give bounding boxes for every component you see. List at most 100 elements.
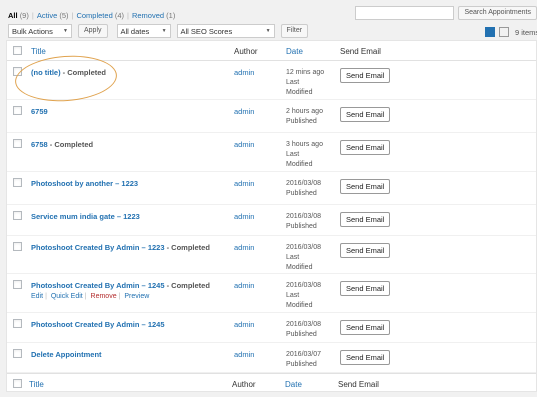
- row-date: 12 mins ago Last Modified: [286, 69, 325, 96]
- column-title[interactable]: Title: [31, 47, 46, 56]
- table-header: Title Author Date Send Email: [7, 41, 536, 61]
- select-all-checkbox[interactable]: [13, 46, 22, 55]
- quick-edit-link[interactable]: Quick Edit: [51, 293, 83, 300]
- row-title: (no title) - Completed: [31, 68, 106, 77]
- row-date: 2016/03/08 Last Modified: [286, 244, 322, 271]
- column-date-footer[interactable]: Date: [285, 380, 302, 389]
- row-date: 2016/03/08 Published: [286, 213, 322, 230]
- filter-active[interactable]: Active (5): [37, 11, 69, 20]
- select-all-checkbox-footer[interactable]: [13, 379, 22, 388]
- row-title: Photoshoot by another – 1223: [31, 179, 138, 188]
- row-title-link[interactable]: Delete Appointment: [31, 350, 102, 359]
- chevron-down-icon: ▼: [63, 28, 68, 34]
- row-author[interactable]: admin: [234, 320, 254, 329]
- row-author[interactable]: admin: [234, 281, 254, 290]
- row-checkbox[interactable]: [13, 280, 22, 289]
- row-title-link[interactable]: Photoshoot Created By Admin – 1245: [31, 320, 165, 329]
- row-checkbox[interactable]: [13, 349, 22, 358]
- column-send-email-footer: Send Email: [338, 380, 379, 389]
- row-title-link[interactable]: Photoshoot Created By Admin – 1245: [31, 281, 165, 290]
- column-send-email: Send Email: [340, 47, 381, 56]
- row-title: Service mum india gate – 1223: [31, 212, 140, 221]
- dates-select[interactable]: All dates ▼: [116, 24, 171, 38]
- items-count: 9 items: [515, 28, 537, 37]
- table-row: 6758 - Completed admin 3 hours ago Last Mo…: [7, 133, 536, 172]
- table-row: (no title) - Completed admin 12 mins ago…: [7, 61, 536, 100]
- status-filters: All (9) | Active (5) | Completed (4) | Removed…: [8, 11, 176, 20]
- preview-link[interactable]: Preview: [124, 293, 149, 300]
- view-switch: [485, 27, 509, 37]
- edit-link[interactable]: Edit: [31, 293, 43, 300]
- table-row: Service mum india gate – 1223 admin 2016…: [7, 205, 536, 236]
- row-checkbox[interactable]: [13, 242, 22, 251]
- row-author[interactable]: admin: [234, 179, 254, 188]
- row-checkbox[interactable]: [13, 106, 22, 115]
- seo-scores-select[interactable]: All SEO Scores ▼: [176, 24, 275, 38]
- row-author[interactable]: admin: [234, 140, 254, 149]
- row-checkbox[interactable]: [13, 67, 22, 76]
- table-row: Delete Appointment admin 2016/03/07 Publi…: [7, 343, 536, 373]
- row-title-link[interactable]: Photoshoot by another – 1223: [31, 179, 138, 188]
- row-title-link[interactable]: Photoshoot Created By Admin – 1223: [31, 243, 165, 252]
- remove-link[interactable]: Remove: [91, 293, 117, 300]
- filter-button[interactable]: Filter: [280, 24, 309, 38]
- row-title: Photoshoot Created By Admin – 1223 - Com…: [31, 243, 210, 252]
- search-box: Search Appointments: [355, 6, 537, 20]
- row-actions: Edit | Quick Edit | Remove | Preview: [31, 293, 150, 300]
- tablenav: Bulk Actions ▼ Apply All dates ▼ All SEO S…: [8, 24, 309, 38]
- row-title: 6758 - Completed: [31, 140, 93, 149]
- search-appointments-button[interactable]: Search Appointments: [458, 6, 537, 20]
- row-date: 3 hours ago Last Modified: [286, 141, 323, 168]
- row-checkbox[interactable]: [13, 139, 22, 148]
- row-state: - Completed: [60, 68, 106, 77]
- row-checkbox[interactable]: [13, 211, 22, 220]
- send-email-button[interactable]: Send Email: [340, 68, 391, 83]
- row-title: Photoshoot Created By Admin – 1245 - Com…: [31, 281, 210, 290]
- row-author[interactable]: admin: [234, 212, 254, 221]
- row-date: 2016/03/08 Published: [286, 321, 322, 338]
- apply-button[interactable]: Apply: [78, 24, 108, 38]
- row-title-link[interactable]: 6759: [31, 107, 48, 116]
- row-title-link[interactable]: (no title): [31, 68, 61, 77]
- row-title-link[interactable]: Service mum india gate – 1223: [31, 212, 140, 221]
- row-state: - Completed: [164, 281, 210, 290]
- row-date: 2 hours ago Published: [286, 108, 323, 125]
- filter-completed[interactable]: Completed (4): [76, 11, 124, 20]
- row-checkbox[interactable]: [13, 178, 22, 187]
- send-email-button[interactable]: Send Email: [340, 243, 391, 258]
- column-author: Author: [234, 47, 258, 56]
- table-row: Photoshoot Created By Admin – 1245 admin…: [7, 313, 536, 343]
- table-row: Photoshoot by another – 1223 admin 2016/…: [7, 172, 536, 205]
- row-checkbox[interactable]: [13, 319, 22, 328]
- table-row: Photoshoot Created By Admin – 1245 - Com…: [7, 274, 536, 313]
- send-email-button[interactable]: Send Email: [340, 350, 391, 365]
- appointments-table: Title Author Date Send Email (no title) …: [6, 40, 537, 392]
- row-title: Photoshoot Created By Admin – 1245: [31, 320, 165, 329]
- list-view-icon[interactable]: [485, 27, 495, 37]
- excerpt-view-icon[interactable]: [499, 27, 509, 37]
- row-author[interactable]: admin: [234, 243, 254, 252]
- filter-removed[interactable]: Removed (1): [132, 11, 175, 20]
- search-input[interactable]: [355, 6, 455, 20]
- row-author[interactable]: admin: [234, 68, 254, 77]
- send-email-button[interactable]: Send Email: [340, 107, 391, 122]
- send-email-button[interactable]: Send Email: [340, 281, 391, 296]
- table-footer: Title Author Date Send Email: [7, 373, 536, 393]
- row-state: - Completed: [164, 243, 210, 252]
- column-date[interactable]: Date: [286, 47, 303, 56]
- row-author[interactable]: admin: [234, 107, 254, 116]
- filter-all[interactable]: All (9): [8, 11, 29, 20]
- chevron-down-icon: ▼: [265, 28, 271, 34]
- row-state: - Completed: [47, 140, 94, 149]
- row-date: 2016/03/08 Published: [286, 180, 322, 197]
- column-title-footer[interactable]: Title: [29, 380, 44, 389]
- send-email-button[interactable]: Send Email: [340, 179, 391, 194]
- row-author[interactable]: admin: [234, 350, 254, 359]
- send-email-button[interactable]: Send Email: [340, 320, 391, 335]
- column-author-footer: Author: [232, 380, 256, 389]
- bulk-actions-select[interactable]: Bulk Actions ▼: [8, 24, 72, 38]
- table-row: Photoshoot Created By Admin – 1223 - Com…: [7, 236, 536, 274]
- send-email-button[interactable]: Send Email: [340, 212, 391, 227]
- send-email-button[interactable]: Send Email: [340, 140, 391, 155]
- row-title-link[interactable]: 6758: [31, 140, 48, 149]
